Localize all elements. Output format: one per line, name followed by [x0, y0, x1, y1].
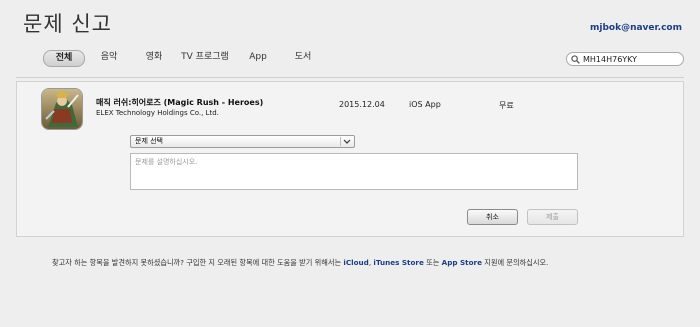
tab-movies[interactable]: 영화 — [139, 50, 169, 65]
user-email-link[interactable]: mjbok@naver.com — [590, 23, 682, 33]
chevron-down-icon — [343, 139, 351, 144]
item-price: 무료 — [499, 101, 514, 110]
tab-books[interactable]: 도서 — [288, 50, 318, 65]
search-input[interactable] — [581, 53, 683, 65]
tab-music[interactable]: 음악 — [94, 50, 124, 65]
footer-help-text: 찾고자 하는 항목을 발견하지 못하셨습니까? 구입한 지 오래된 항목에 대한… — [52, 258, 548, 268]
purchase-date: 2015.12.04 — [339, 100, 385, 109]
footer-prefix: 찾고자 하는 항목을 발견하지 못하셨습니까? 구입한 지 오래된 항목에 대한… — [52, 258, 344, 267]
header-divider — [16, 77, 684, 78]
icloud-support-link[interactable]: iCloud — [343, 258, 368, 267]
app-name: 매직 러쉬:히어로즈 (Magic Rush - Heroes) — [96, 98, 264, 107]
problem-select[interactable]: 문제 선택 — [130, 135, 355, 148]
search-box[interactable] — [566, 52, 684, 66]
tab-tv-shows[interactable]: TV 프로그램 — [179, 50, 231, 65]
select-separator — [340, 137, 341, 146]
report-panel: 매직 러쉬:히어로즈 (Magic Rush - Heroes) ELEX Te… — [16, 81, 684, 237]
tab-app[interactable]: App — [243, 50, 273, 65]
submit-button[interactable]: 제출 — [527, 209, 578, 225]
footer-sep-2: 또는 — [423, 258, 442, 267]
app-store-support-link[interactable]: App Store — [442, 258, 482, 267]
cancel-button[interactable]: 취소 — [467, 209, 518, 225]
app-artwork — [41, 88, 83, 130]
page-title: 문제 신고 — [23, 12, 112, 36]
footer-suffix: 지원에 문의하십시오. — [481, 258, 549, 267]
app-developer: ELEX Technology Holdings Co., Ltd. — [96, 109, 219, 117]
problem-description-field[interactable] — [130, 153, 578, 190]
itunes-store-support-link[interactable]: iTunes Store — [373, 258, 423, 267]
problem-select-label: 문제 선택 — [135, 137, 163, 145]
tab-all[interactable]: 전체 — [43, 50, 85, 67]
item-type: iOS App — [409, 100, 441, 109]
search-icon — [571, 55, 580, 64]
